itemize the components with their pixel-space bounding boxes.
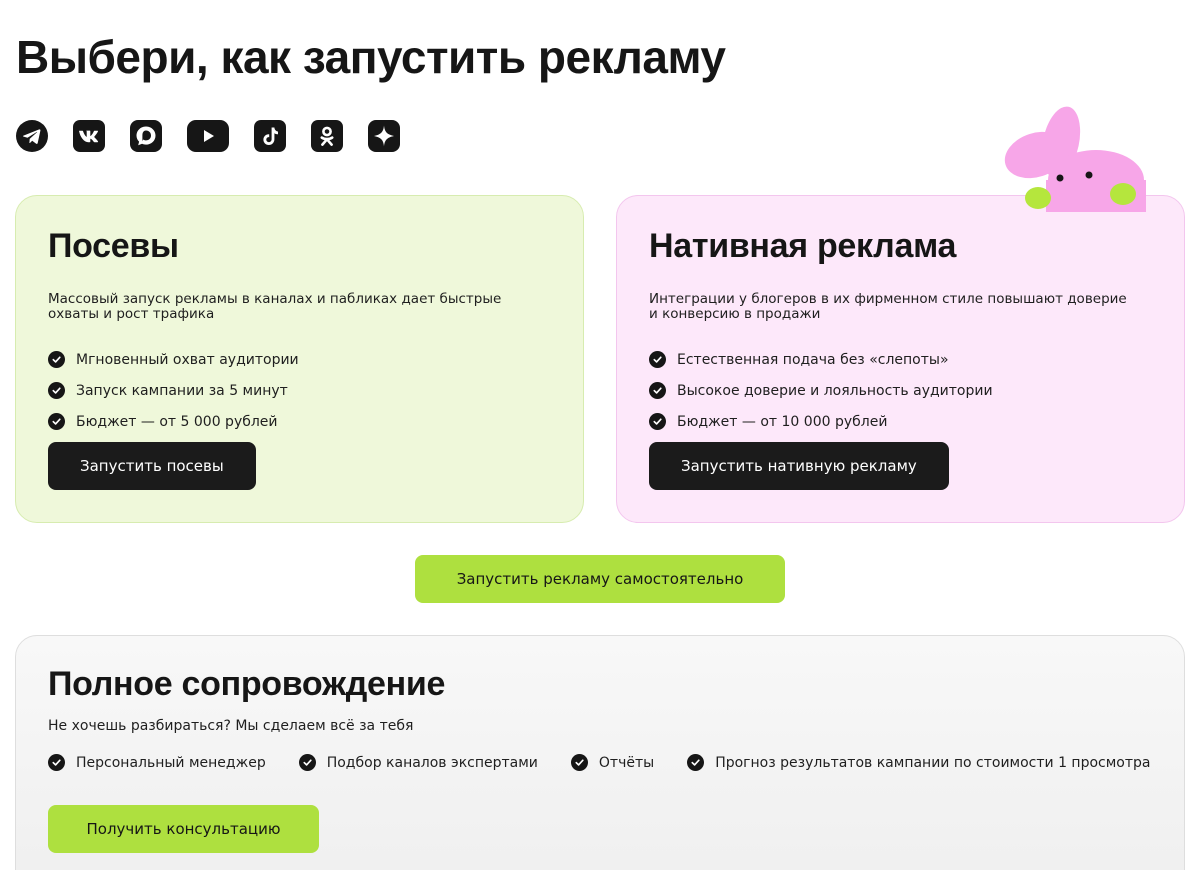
check-icon: [48, 754, 65, 771]
list-item: Бюджет — от 5 000 рублей: [48, 406, 551, 437]
feature-label: Прогноз результатов кампании по стоимост…: [715, 754, 1151, 771]
check-icon: [48, 382, 65, 399]
check-icon: [298, 754, 316, 771]
check-icon: [649, 413, 666, 430]
get-consultation-button[interactable]: Получить консультацию: [48, 805, 319, 853]
feature-label: Отчёты: [598, 754, 655, 771]
check-icon: [48, 413, 65, 430]
native-ads-card: Нативная реклама Интеграции у блогеров в…: [616, 195, 1185, 523]
vk-icon[interactable]: [73, 120, 105, 152]
feature-list: Естественная подача без «слепоты» Высоко…: [649, 344, 1152, 437]
tiktok-icon[interactable]: [254, 120, 286, 152]
check-icon: [649, 351, 666, 368]
launch-seeding-button[interactable]: Запустить посевы: [48, 442, 256, 490]
list-item: Персональный менеджер: [48, 754, 266, 771]
feature-label: Подбор каналов экспертами: [326, 754, 538, 771]
list-item: Прогноз результатов кампании по стоимост…: [687, 754, 1150, 771]
telegram-icon[interactable]: [16, 120, 48, 152]
list-item: Бюджет — от 10 000 рублей: [649, 406, 1152, 437]
check-icon: [687, 754, 705, 771]
check-icon: [649, 382, 666, 399]
feature-list: Мгновенный охват аудитории Запуск кампан…: [48, 344, 551, 437]
youtube-icon[interactable]: [187, 120, 229, 152]
feature-list: Персональный менеджер Подбор каналов экс…: [48, 754, 1152, 771]
list-item: Подбор каналов экспертами: [298, 754, 538, 771]
list-item: Отчёты: [570, 754, 655, 771]
check-icon: [48, 351, 65, 368]
launch-native-ads-button[interactable]: Запустить нативную рекламу: [649, 442, 949, 490]
list-item: Высокое доверие и лояльность аудитории: [649, 375, 1152, 406]
dzen-icon[interactable]: [130, 120, 162, 152]
feature-label: Естественная подача без «слепоты»: [677, 351, 949, 368]
list-item: Мгновенный охват аудитории: [48, 344, 551, 375]
social-links: [16, 120, 400, 152]
odnoklassniki-icon[interactable]: [311, 120, 343, 152]
feature-label: Запуск кампании за 5 минут: [76, 382, 288, 399]
feature-label: Бюджет — от 10 000 рублей: [677, 413, 888, 430]
card-description: Массовый запуск рекламы в каналах и пабл…: [48, 291, 502, 322]
card-description: Интеграции у блогеров в их фирменном сти…: [649, 291, 1127, 322]
bunny-mascot-illustration: [1004, 106, 1146, 212]
list-item: Естественная подача без «слепоты»: [649, 344, 1152, 375]
card-title: Посевы: [48, 227, 179, 265]
section-description: Не хочешь разбираться? Мы сделаем всё за…: [48, 718, 414, 734]
sparkle-icon[interactable]: [368, 120, 400, 152]
full-support-section: Полное сопровождение Не хочешь разбирать…: [15, 635, 1185, 870]
check-icon: [570, 754, 588, 771]
page-title: Выбери, как запустить рекламу: [16, 31, 726, 83]
feature-label: Персональный менеджер: [76, 754, 266, 771]
seeding-card: Посевы Массовый запуск рекламы в каналах…: [15, 195, 584, 523]
feature-label: Мгновенный охват аудитории: [76, 351, 299, 368]
feature-label: Бюджет — от 5 000 рублей: [76, 413, 278, 430]
self-launch-button[interactable]: Запустить рекламу самостоятельно: [415, 555, 785, 603]
feature-label: Высокое доверие и лояльность аудитории: [677, 382, 993, 399]
card-title: Нативная реклама: [649, 227, 957, 265]
list-item: Запуск кампании за 5 минут: [48, 375, 551, 406]
section-title: Полное сопровождение: [48, 665, 446, 703]
